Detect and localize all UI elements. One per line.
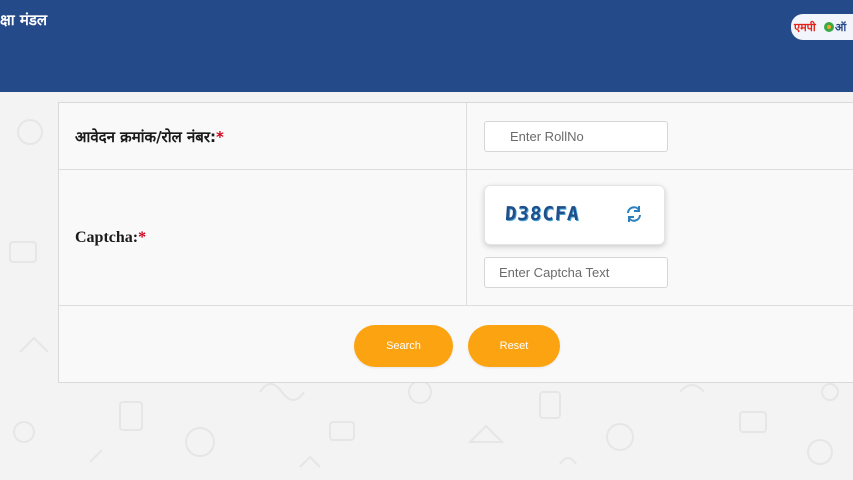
captcha-code: D38CFA [504,203,581,225]
captcha-input[interactable] [484,257,668,288]
captcha-label: Captcha:* [75,229,146,247]
form-row-rollno: आवेदन क्रमांक/रोल नंबर:* [59,103,853,170]
rollno-label: आवेदन क्रमांक/रोल नंबर:* [75,127,224,147]
search-button[interactable]: Search [354,325,453,367]
page: क्षा मंडल एमपी ऑ आवेदन क्रमांक/रोल नंबर:… [0,0,853,480]
required-asterisk: * [216,128,224,146]
form-row-captcha: Captcha:* D38CFA [59,170,853,306]
svg-text:ऑ: ऑ [835,21,847,34]
rollno-input[interactable] [484,121,668,152]
header-bar: क्षा मंडल एमपी ऑ [0,0,853,92]
mp-online-logo[interactable]: एमपी ऑ [791,14,853,40]
form-label-cell: आवेदन क्रमांक/रोल नंबर:* [59,103,467,169]
form-label-cell: Captcha:* [59,170,467,305]
captcha-image: D38CFA [484,185,665,245]
form-row-buttons: Search Reset [59,306,853,382]
reset-button[interactable]: Reset [468,325,560,367]
result-search-form: आवेदन क्रमांक/रोल नंबर:* Captcha:* D38CF… [58,102,853,383]
header-title: क्षा मंडल [0,11,48,29]
refresh-icon[interactable] [625,205,643,223]
svg-text:एमपी: एमपी [793,20,817,34]
rollno-label-text: आवेदन क्रमांक/रोल नंबर: [75,128,216,146]
captcha-label-text: Captcha: [75,229,139,246]
required-asterisk: * [138,229,147,246]
